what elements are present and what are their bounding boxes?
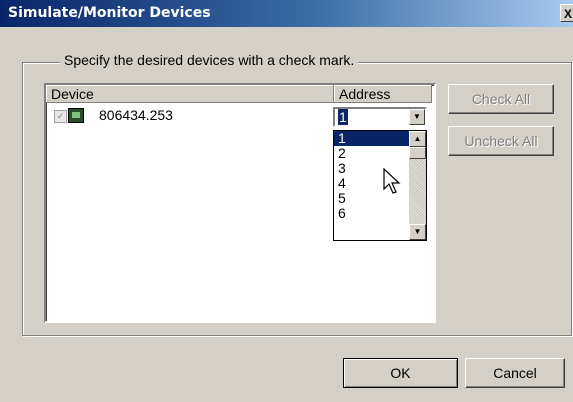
address-combobox[interactable]: 1 ▼	[333, 107, 427, 127]
column-header-device[interactable]: Device	[46, 85, 334, 103]
device-icon	[68, 108, 84, 123]
arrow-cursor-icon	[383, 168, 401, 194]
dropdown-option[interactable]: 6	[334, 206, 414, 221]
close-button[interactable]: X	[560, 4, 573, 22]
checkbox-icon[interactable]: ✓	[54, 110, 67, 123]
uncheck-all-button[interactable]: Uncheck All	[448, 126, 554, 156]
device-name: 806434.253	[99, 107, 173, 123]
title-bar: Simulate/Monitor Devices X	[0, 0, 573, 27]
combo-dropdown-button[interactable]: ▼	[409, 109, 425, 125]
cancel-button[interactable]: Cancel	[465, 358, 565, 388]
scroll-down-icon[interactable]: ▼	[409, 224, 426, 240]
scroll-up-icon[interactable]: ▲	[409, 131, 426, 147]
dropdown-option[interactable]: 2	[334, 146, 414, 161]
scroll-thumb[interactable]	[409, 147, 426, 159]
address-dropdown-list[interactable]: 1 2 3 4 5 6 ▲ ▼	[333, 130, 427, 241]
dropdown-option[interactable]: 1	[334, 131, 414, 146]
check-all-button[interactable]: Check All	[448, 84, 554, 114]
ok-button[interactable]: OK	[343, 358, 458, 388]
dropdown-scrollbar[interactable]: ▲ ▼	[409, 131, 426, 240]
group-legend: Specify the desired devices with a check…	[60, 52, 359, 68]
address-value: 1	[338, 109, 348, 125]
column-header-address[interactable]: Address	[334, 85, 432, 103]
window-title: Simulate/Monitor Devices	[8, 5, 211, 21]
